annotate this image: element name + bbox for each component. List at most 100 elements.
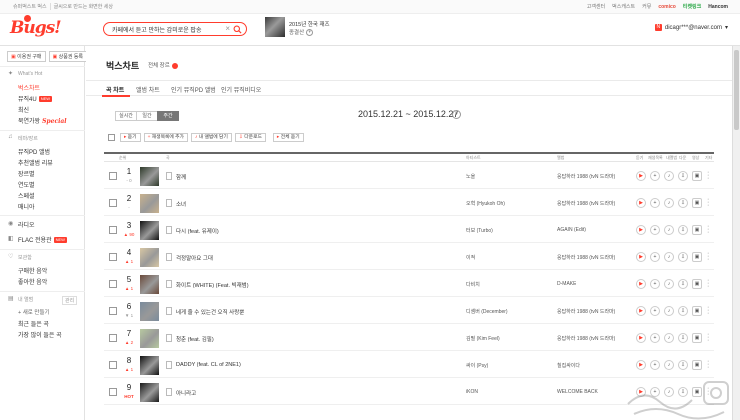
manage-button[interactable]: 관리: [62, 296, 78, 305]
video-icon[interactable]: ▣: [692, 333, 702, 343]
album-icon[interactable]: ♪: [664, 225, 674, 235]
period-daily[interactable]: 일간: [136, 111, 158, 121]
scrollbar-thumb[interactable]: [734, 50, 739, 130]
sidebar-item-most-played[interactable]: 가장 많이 들은 곡: [18, 330, 62, 339]
album-art[interactable]: [140, 329, 159, 348]
song-title[interactable]: 소녀: [176, 200, 186, 208]
song-title[interactable]: 네게 줄 수 있는건 오직 사랑뿐: [176, 308, 244, 316]
add-to-playlist-button[interactable]: + 재생목록에 추가: [143, 133, 188, 142]
more-options-icon[interactable]: · · ·: [707, 304, 709, 317]
table-row[interactable]: 1 - 0 함께 노을 응답하라 1988 (tvN 드라마) ... ▶ + ♪ ⇩ ▣ · · ·: [104, 164, 714, 189]
top-link[interactable]: 고객센터: [587, 3, 605, 10]
album-name[interactable]: 칠집싸이다: [557, 362, 580, 369]
purchase-button[interactable]: ▣ 이용권 구매: [7, 51, 46, 62]
more-options-icon[interactable]: · · ·: [707, 169, 709, 182]
lyrics-icon[interactable]: [166, 199, 172, 207]
sidebar-item-mania[interactable]: 매니아: [18, 202, 35, 211]
sidebar-item-radio[interactable]: 라디오: [18, 220, 35, 229]
add-icon[interactable]: +: [650, 306, 660, 316]
sidebar-item-bugs-chart[interactable]: 벅스차트: [18, 83, 40, 92]
more-options-icon[interactable]: · · ·: [707, 277, 709, 290]
video-icon[interactable]: ▣: [692, 279, 702, 289]
download-icon[interactable]: ⇩: [678, 306, 688, 316]
album-name[interactable]: 응답하라 1988 (tvN 드라마) ...: [557, 173, 617, 180]
lyrics-icon[interactable]: [166, 361, 172, 369]
album-icon[interactable]: ♪: [664, 333, 674, 343]
new-album-button[interactable]: + 새로 만들기: [18, 308, 50, 316]
bugs-logo[interactable]: Bugs!: [10, 15, 62, 41]
album-name[interactable]: AGAIN (Edit): [557, 227, 586, 233]
song-title[interactable]: 아니라고: [176, 389, 196, 397]
scrollbar[interactable]: [732, 46, 740, 420]
add-icon[interactable]: +: [650, 198, 660, 208]
row-checkbox[interactable]: [109, 280, 117, 288]
album-icon[interactable]: ♪: [664, 360, 674, 370]
tab-songs[interactable]: 곡 차트: [106, 85, 124, 94]
artist-name[interactable]: 오혁 (Hyukoh Oh): [466, 200, 505, 207]
song-title[interactable]: 함께: [176, 173, 186, 181]
register-voucher-button[interactable]: ▣ 상품권 등록: [48, 51, 88, 62]
listen-button[interactable]: ▸ 듣기: [120, 133, 141, 142]
artist-name[interactable]: 김필 (Kim Feel): [466, 335, 500, 342]
song-title[interactable]: DADDY (feat. CL of 2NE1): [176, 362, 241, 368]
sidebar-item-review[interactable]: 추천앨범 리뷰: [18, 158, 53, 167]
album-icon[interactable]: ♪: [664, 198, 674, 208]
table-row[interactable]: 3 ▲ 90 다시 (feat. 유제이) 터보 (Turbo) AGAIN (Edit…: [104, 218, 714, 243]
album-icon[interactable]: ♪: [664, 306, 674, 316]
add-icon[interactable]: +: [650, 225, 660, 235]
row-checkbox[interactable]: [109, 361, 117, 369]
sidebar-item-genre[interactable]: 장르별: [18, 169, 35, 178]
lyrics-icon[interactable]: [166, 253, 172, 261]
table-row[interactable]: 5 ▲ 1 화이트 (WHITE) (Feat. 빅재범) 다비치 D-MAKE ▶ + ♪ ⇩…: [104, 272, 714, 297]
sidebar-item-special[interactable]: 스페셜: [18, 191, 35, 200]
sidebar-item-music4u[interactable]: 뮤직4U NEW: [18, 94, 53, 103]
play-icon[interactable]: ▶: [636, 198, 646, 208]
album-name[interactable]: 응답하라 1988 (tvN 드라마) ...: [557, 308, 617, 315]
sidebar-item-purchased[interactable]: 구매한 음악: [18, 266, 47, 275]
table-row[interactable]: 9 HOT 아니라고 iKON WELCOME BACK ▶ + ♪ ⇩ ▣ · · ·: [104, 380, 714, 405]
artist-name[interactable]: 터보 (Turbo): [466, 227, 493, 234]
video-icon[interactable]: ▣: [692, 198, 702, 208]
lyrics-icon[interactable]: [166, 388, 172, 396]
play-icon[interactable]: ▶: [636, 306, 646, 316]
play-icon[interactable]: ▶: [636, 252, 646, 262]
song-title[interactable]: 걱정말아요 그대: [176, 254, 213, 262]
now-playing[interactable]: 2015년 한국 재즈 종결산 ▾: [265, 17, 330, 43]
listen-all-button[interactable]: ▸ 전체 듣기: [272, 133, 304, 142]
chevron-down-icon[interactable]: ▾: [306, 29, 314, 37]
sidebar-item-recent[interactable]: 최근 들은 곡: [18, 319, 49, 328]
download-icon[interactable]: ⇩: [678, 279, 688, 289]
artist-name[interactable]: 노을: [466, 173, 475, 180]
sidebar-item-year[interactable]: 연도별: [18, 180, 35, 189]
video-icon[interactable]: ▣: [692, 225, 702, 235]
top-left-link[interactable]: 슈퍼벅스트 벅스: [10, 3, 51, 10]
video-icon[interactable]: ▣: [692, 360, 702, 370]
album-art[interactable]: [140, 356, 159, 375]
tab-videos[interactable]: 인기 뮤직비디오: [221, 85, 261, 94]
add-icon[interactable]: +: [650, 333, 660, 343]
more-options-icon[interactable]: · · ·: [707, 331, 709, 344]
album-name[interactable]: D-MAKE: [557, 281, 576, 287]
ticketlink-logo[interactable]: 티켓링크: [683, 3, 701, 10]
album-art[interactable]: [140, 275, 159, 294]
table-row[interactable]: 7 ▲ 2 청춘 (feat. 김필) 김필 (Kim Feel) 응답하라 1988 …: [104, 326, 714, 351]
download-button[interactable]: ⇩ 다운로드: [234, 133, 266, 142]
period-weekly[interactable]: 주간: [157, 111, 179, 121]
album-name[interactable]: WELCOME BACK: [557, 389, 598, 395]
album-art[interactable]: [140, 167, 159, 186]
tab-musicpd[interactable]: 인기 뮤직PD 앨범: [171, 85, 216, 94]
chevron-down-icon[interactable]: ▾: [452, 110, 461, 119]
album-icon[interactable]: ♪: [664, 279, 674, 289]
top-left-link[interactable]: 글씨으로 만드는 화면한 세상: [51, 3, 116, 10]
comico-logo[interactable]: comico: [658, 4, 676, 10]
add-to-album-button[interactable]: ♪ 내 앨범에 담기: [190, 133, 232, 142]
user-account[interactable]: N dicagr***@naver.com ▾: [654, 24, 728, 31]
row-checkbox[interactable]: [109, 226, 117, 234]
more-options-icon[interactable]: · · ·: [707, 250, 709, 263]
lyrics-icon[interactable]: [166, 334, 172, 342]
album-name[interactable]: 응답하라 1988 (tvN 드라마) ...: [557, 335, 617, 342]
video-icon[interactable]: ▣: [692, 252, 702, 262]
song-title[interactable]: 다시 (feat. 유제이): [176, 227, 219, 235]
play-icon[interactable]: ▶: [636, 225, 646, 235]
chevron-down-icon[interactable]: ▾: [725, 24, 728, 31]
